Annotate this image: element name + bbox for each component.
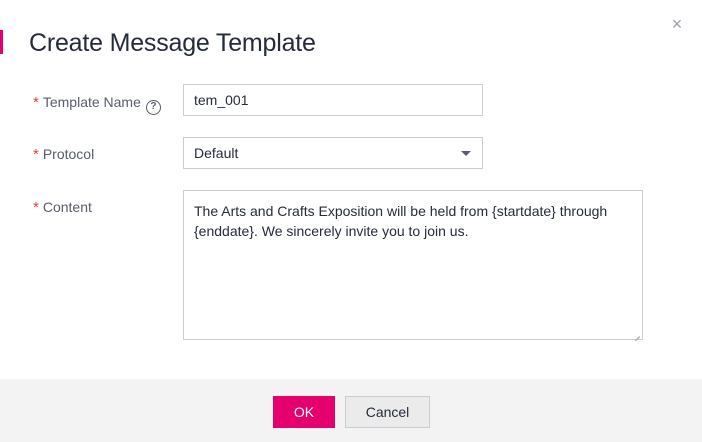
create-message-template-dialog: Create Message Template × * Template Name… <box>0 0 702 442</box>
template-name-row: * Template Name? tem_001 <box>0 84 702 116</box>
chevron-down-icon <box>461 151 471 156</box>
resize-grip-icon[interactable] <box>633 330 641 338</box>
content-label-group: * Content <box>33 197 92 218</box>
content-label: Content <box>42 199 92 215</box>
dialog-title: Create Message Template <box>29 29 316 57</box>
dialog-header: Create Message Template <box>0 26 600 60</box>
required-marker: * <box>33 199 39 216</box>
dialog-footer: OK Cancel <box>0 379 702 442</box>
title-accent-bar <box>0 30 3 54</box>
required-marker: * <box>33 146 39 163</box>
protocol-row: * Protocol Default <box>0 137 702 169</box>
close-icon[interactable]: × <box>667 14 687 34</box>
template-name-input[interactable]: tem_001 <box>183 84 483 116</box>
protocol-selected-value: Default <box>194 145 239 161</box>
protocol-select[interactable]: Default <box>183 137 483 169</box>
template-name-label-group: * Template Name? <box>33 92 161 115</box>
help-circle-icon[interactable]: ? <box>145 100 161 115</box>
protocol-label: Protocol <box>42 146 95 162</box>
protocol-label-group: * Protocol <box>33 144 94 165</box>
cancel-button[interactable]: Cancel <box>345 396 430 428</box>
required-marker: * <box>33 94 39 111</box>
ok-button[interactable]: OK <box>273 396 335 428</box>
content-textarea[interactable]: The Arts and Crafts Exposition will be h… <box>183 190 643 340</box>
content-text: The Arts and Crafts Exposition will be h… <box>194 203 608 239</box>
template-name-label: Template Name <box>42 94 141 110</box>
